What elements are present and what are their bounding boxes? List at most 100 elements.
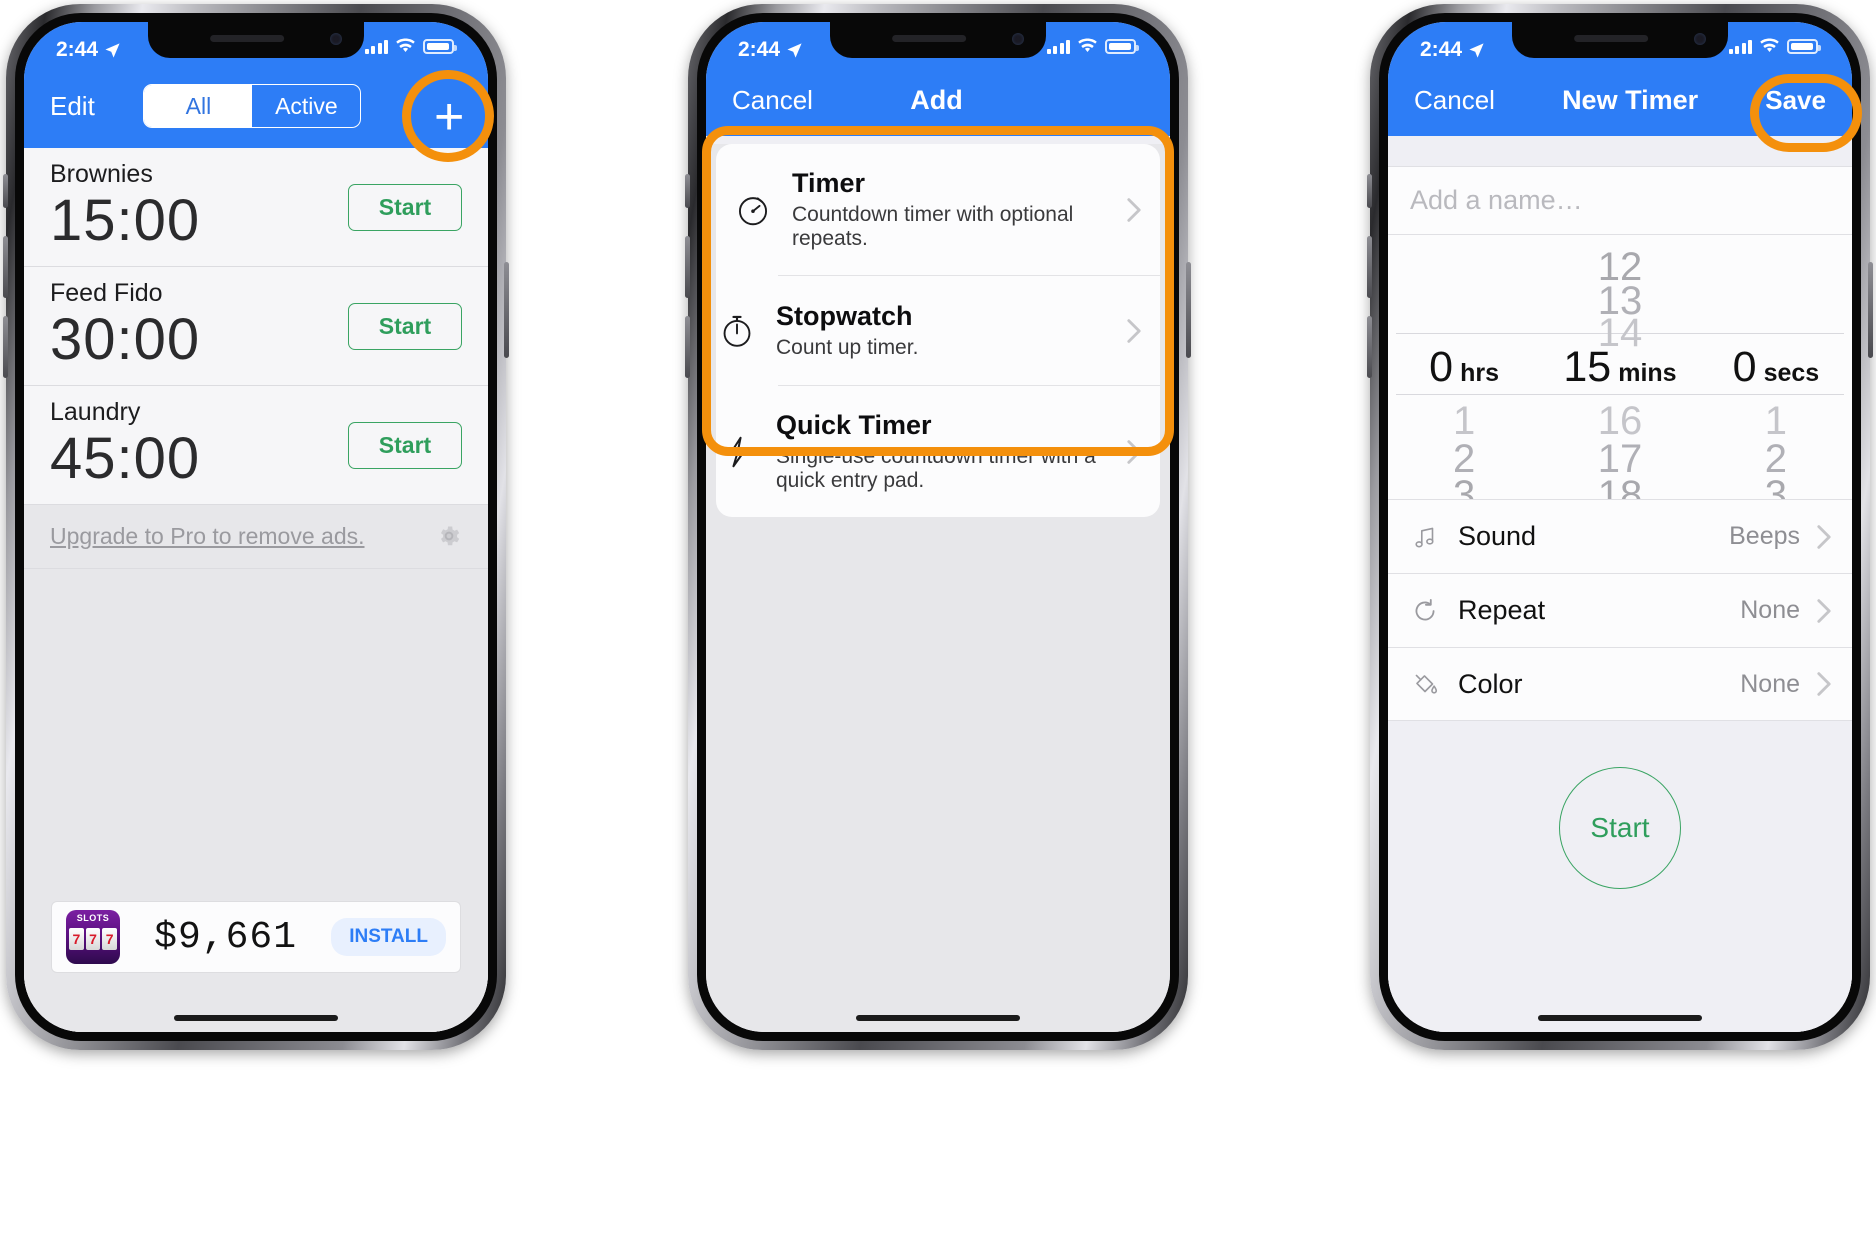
picker-column-hours[interactable]: 0 hrs 1 2 3 <box>1388 235 1540 499</box>
slot-reels: 7 7 7 <box>69 928 118 950</box>
battery-icon <box>423 38 457 54</box>
nav-bar: Edit All Active <box>24 80 488 148</box>
picker-unit-seconds: secs <box>1763 359 1820 387</box>
install-button[interactable]: INSTALL <box>331 918 446 956</box>
ad-app-name: SLOTS <box>76 913 110 923</box>
list-item-text: Timer Countdown timer with optional repe… <box>792 168 1108 251</box>
earpiece-speaker <box>210 35 285 42</box>
battery-icon <box>1105 38 1139 54</box>
upgrade-row[interactable]: Upgrade to Pro to remove ads. <box>24 504 488 569</box>
front-camera <box>330 33 342 45</box>
wifi-icon <box>1760 38 1779 52</box>
volume-down-button[interactable] <box>685 316 690 378</box>
setting-value: Beeps <box>1729 522 1800 550</box>
status-bar-left: 2:44 <box>1420 38 1485 62</box>
front-camera <box>1694 33 1706 45</box>
save-button[interactable]: Save <box>1765 85 1826 116</box>
duration-picker[interactable]: 0 hrs 1 2 3 12 13 14 15 mins 16 17 18 0 … <box>1388 235 1852 499</box>
cancel-button[interactable]: Cancel <box>732 85 813 116</box>
setting-row-sound[interactable]: Sound Beeps <box>1388 499 1852 573</box>
power-button[interactable] <box>1186 262 1191 358</box>
gear-icon[interactable] <box>436 523 462 549</box>
timer-name-input[interactable]: Add a name… <box>1388 166 1852 235</box>
timer-list: Brownies 15:00 Start Feed Fido 30:00 Sta… <box>24 148 488 1032</box>
picker-selected-hours: 0 <box>1429 343 1454 391</box>
status-time: 2:44 <box>738 38 781 61</box>
status-bar-right <box>364 38 457 54</box>
ad-price-text: $9,661 <box>154 915 297 959</box>
list-item-quick-timer[interactable]: Quick Timer Single-use countdown timer w… <box>728 385 1160 517</box>
notch <box>148 22 364 58</box>
picker-option: 3 <box>1452 473 1476 499</box>
picker-unit-minutes: mins <box>1618 359 1677 387</box>
picker-column-minutes[interactable]: 12 13 14 15 mins 16 17 18 <box>1540 235 1700 499</box>
segment-all[interactable]: All <box>144 85 253 127</box>
segment-active[interactable]: Active <box>252 85 360 127</box>
setting-row-repeat[interactable]: Repeat None <box>1388 573 1852 647</box>
status-bar-left: 2:44 <box>56 38 121 62</box>
start-button[interactable]: Start <box>348 302 462 350</box>
volume-up-button[interactable] <box>685 236 690 298</box>
start-timer-button[interactable]: Start <box>1559 767 1681 889</box>
volume-down-button[interactable] <box>1367 316 1372 378</box>
page-title: New Timer <box>1562 84 1699 115</box>
power-button[interactable] <box>1868 262 1873 358</box>
picker-selected-minutes: 15 <box>1563 343 1612 391</box>
ad-banner[interactable]: SLOTS 7 7 7 $9,661 INSTALL <box>52 902 460 972</box>
volume-down-button[interactable] <box>3 316 8 378</box>
home-indicator[interactable] <box>174 1015 338 1021</box>
new-timer-form: Add a name… 0 hrs 1 2 3 12 13 14 15 mins… <box>1388 136 1852 1032</box>
chevron-right-icon <box>1817 672 1831 696</box>
list-item-text: Stopwatch Count up timer. <box>776 301 1108 360</box>
nav-bar: Cancel Add <box>706 80 1170 136</box>
setting-value: None <box>1740 669 1800 698</box>
three-phone-screenshot: 2:44 Edit All Active Brownies 15:00 Star… <box>0 0 1876 1234</box>
silent-switch[interactable] <box>3 174 8 208</box>
form-top-gap <box>1388 136 1852 166</box>
reel-digit: 7 <box>69 928 84 950</box>
volume-up-button[interactable] <box>1367 236 1372 298</box>
cancel-button[interactable]: Cancel <box>1414 85 1495 116</box>
chevron-right-icon <box>1817 598 1831 623</box>
silent-switch[interactable] <box>685 174 690 208</box>
setting-label: Sound <box>1458 521 1537 551</box>
start-button[interactable]: Start <box>348 421 462 469</box>
setting-value: None <box>1740 596 1800 624</box>
picker-option: 3 <box>1764 473 1788 499</box>
location-arrow-icon <box>1469 42 1484 58</box>
picker-column-seconds[interactable]: 0 secs 1 2 3 <box>1700 235 1852 499</box>
cellular-signal-icon <box>364 39 388 54</box>
list-item-text: Quick Timer Single-use countdown timer w… <box>776 410 1108 493</box>
edit-button[interactable]: Edit <box>50 91 95 122</box>
option-subtitle: Countdown timer with optional repeats. <box>792 203 1074 250</box>
table-row[interactable]: Laundry 45:00 Start <box>24 385 488 505</box>
music-note-icon <box>1408 520 1442 554</box>
home-indicator[interactable] <box>856 1015 1020 1021</box>
screen: 2:44 Cancel Add Timer Countdown timer wi… <box>706 22 1170 1032</box>
timer-icon <box>732 189 774 231</box>
earpiece-speaker <box>892 35 967 42</box>
table-row[interactable]: Feed Fido 30:00 Start <box>24 266 488 386</box>
screen: 2:44 Edit All Active Brownies 15:00 Star… <box>24 22 488 1032</box>
phone-3-new-timer: 2:44 Cancel New Timer Save Add a name… 0… <box>1367 4 1873 1050</box>
lightning-bolt-icon <box>716 431 758 473</box>
status-time: 2:44 <box>1420 38 1463 61</box>
option-title: Stopwatch <box>776 301 913 331</box>
upgrade-to-pro-link[interactable]: Upgrade to Pro to remove ads. <box>50 523 365 550</box>
wifi-icon <box>1078 38 1097 52</box>
list-item-timer[interactable]: Timer Countdown timer with optional repe… <box>716 144 1160 275</box>
notch <box>1512 22 1728 58</box>
table-row[interactable]: Brownies 15:00 Start <box>24 148 488 267</box>
silent-switch[interactable] <box>1367 174 1372 208</box>
start-button[interactable]: Start <box>348 184 462 231</box>
wifi-icon <box>396 38 415 52</box>
home-indicator[interactable] <box>1538 1015 1702 1021</box>
form-footer: Start <box>1388 721 1852 1032</box>
volume-up-button[interactable] <box>3 236 8 298</box>
location-arrow-icon <box>105 42 120 58</box>
filter-segmented-control[interactable]: All Active <box>143 84 362 128</box>
setting-row-color[interactable]: Color None <box>1388 647 1852 721</box>
power-button[interactable] <box>504 262 509 358</box>
list-item-stopwatch[interactable]: Stopwatch Count up timer. <box>723 275 1160 385</box>
add-timer-button[interactable] <box>410 80 462 132</box>
